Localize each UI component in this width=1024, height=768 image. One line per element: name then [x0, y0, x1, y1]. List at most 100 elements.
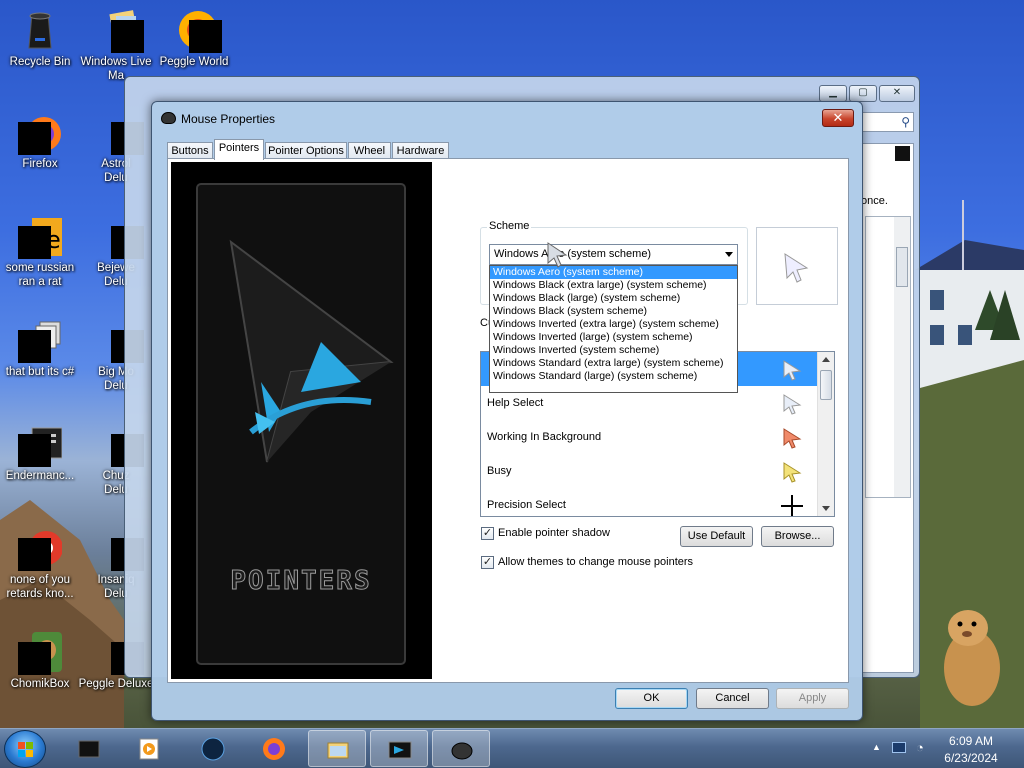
action-center-icon[interactable]	[892, 742, 906, 753]
desktop-icon-none-of-you[interactable]: none of you retards kno...	[0, 526, 80, 601]
desktop-icon-endermanch[interactable]: Endermanc...	[0, 422, 80, 483]
pointers-app-icon	[388, 741, 412, 759]
busy-icon	[783, 462, 802, 483]
network-icon[interactable]: ◔	[916, 740, 924, 755]
firefox-icon	[18, 110, 62, 155]
desktop-icon-label: Recycle Bin	[9, 56, 71, 68]
clock-time[interactable]: 6:09 AM	[941, 734, 1001, 748]
explorer-icon	[327, 742, 349, 759]
close-button[interactable]: ✕	[879, 85, 915, 102]
desktop-icon-label: none of you retards kno...	[6, 574, 74, 600]
list-item-precision-select[interactable]: Precision Select	[481, 488, 817, 516]
taskbar-media-player[interactable]	[120, 730, 178, 767]
recycle-bin-icon	[18, 8, 62, 52]
title-bar[interactable]: Mouse Properties ✕	[152, 102, 862, 132]
mouse-icon	[161, 112, 176, 124]
taskbar-app-black[interactable]	[60, 730, 118, 767]
scheme-option[interactable]: Windows Standard (extra large) (system s…	[490, 357, 737, 370]
working-in-background-icon	[783, 428, 802, 449]
apply-button[interactable]: Apply	[776, 688, 849, 709]
scheme-option[interactable]: Windows Standard (large) (system scheme)	[490, 370, 737, 383]
scrollbar[interactable]	[894, 217, 910, 497]
start-button[interactable]	[4, 730, 46, 768]
taskbar: ▲ ◔ 6:09 AM 6/23/2024	[0, 728, 1024, 768]
desktop-icon-label: ChomikBox	[10, 678, 70, 690]
scrollbar-thumb[interactable]	[896, 247, 908, 287]
cancel-button[interactable]: Cancel	[696, 688, 769, 709]
scheme-option[interactable]: Windows Aero (system scheme)	[490, 266, 737, 279]
scheme-dropdown[interactable]: Windows Aero (system scheme)	[489, 244, 738, 265]
scheme-dropdown-list[interactable]: Windows Aero (system scheme) Windows Bla…	[489, 265, 738, 393]
pointer-preview	[756, 227, 838, 305]
scheme-option[interactable]: Windows Inverted (large) (system scheme)	[490, 331, 737, 344]
desktop-icon-label: Firefox	[22, 158, 58, 170]
scrollbar[interactable]	[817, 352, 834, 516]
search-box[interactable]: ⚲	[860, 112, 914, 132]
mouse-properties-dialog[interactable]: Mouse Properties ✕ Buttons Pointers Poin…	[151, 101, 863, 721]
ok-button[interactable]: OK	[615, 688, 688, 709]
media-player-icon	[139, 738, 159, 760]
scroll-down-icon[interactable]	[822, 506, 830, 511]
close-button[interactable]: ✕	[822, 109, 854, 127]
normal-select-icon	[783, 360, 802, 381]
scrollbar-thumb[interactable]	[820, 370, 832, 400]
chrome-icon	[18, 526, 63, 571]
show-hidden-icons-icon[interactable]: ▲	[872, 742, 881, 752]
pointers-tab-panel: POINTERS Scheme Windows Aero (system sch…	[167, 158, 849, 683]
desktop-icon-that-but-its-csharp[interactable]: that but its c#	[0, 318, 80, 379]
precision-select-icon	[781, 495, 803, 516]
background-window-content: once.	[860, 143, 914, 673]
desktop-icon-peggle-world[interactable]: Peggle World	[154, 8, 234, 69]
tab-pointers[interactable]: Pointers	[214, 139, 264, 160]
scheme-option[interactable]: Windows Black (large) (system scheme)	[490, 292, 737, 305]
list-item-busy[interactable]: Busy	[481, 454, 817, 488]
background-listbox	[865, 216, 911, 498]
desktop-icon-label: Peggle World	[159, 56, 229, 68]
checkbox[interactable]: ✓	[481, 527, 494, 540]
taskbar-explorer[interactable]	[308, 730, 366, 767]
taskbar-pointers-app[interactable]	[370, 730, 428, 767]
desktop-icon-chomikbox[interactable]: ChomikBox	[0, 630, 80, 691]
pointer-label: Precision Select	[487, 499, 566, 511]
scheme-option[interactable]: Windows Inverted (extra large) (system s…	[490, 318, 737, 331]
use-default-button[interactable]: Use Default	[680, 526, 753, 547]
folder-icon: e	[18, 214, 62, 259]
chevron-down-icon	[725, 252, 733, 257]
pointer-label: Busy	[487, 465, 512, 477]
taskbar-mouse-properties[interactable]	[432, 730, 490, 767]
scroll-up-icon[interactable]	[822, 357, 830, 362]
scheme-selected-value: Windows Aero (system scheme)	[494, 248, 652, 260]
arrow-cursor-icon	[784, 253, 809, 283]
list-item-working-in-background[interactable]: Working In Background	[481, 420, 817, 454]
mouse-icon	[451, 742, 473, 760]
chomikbox-icon	[18, 630, 62, 675]
taskbar-endermanch[interactable]	[184, 730, 242, 767]
clock-date[interactable]: 6/23/2024	[936, 751, 1006, 765]
help-icon	[895, 146, 910, 161]
allow-themes-checkbox[interactable]: ✓ Allow themes to change mouse pointers	[481, 556, 711, 570]
scheme-option[interactable]: Windows Black (extra large) (system sche…	[490, 279, 737, 292]
peggle-icon	[172, 8, 222, 53]
scheme-option[interactable]: Windows Black (system scheme)	[490, 305, 737, 318]
pointers-art-image: POINTERS	[171, 162, 432, 679]
browse-button[interactable]: Browse...	[761, 526, 834, 547]
dialog-title: Mouse Properties	[181, 112, 276, 126]
scheme-option[interactable]: Windows Inverted (system scheme)	[490, 344, 737, 357]
pointer-label: Working In Background	[487, 431, 602, 443]
windows-live-mail-icon	[94, 8, 144, 53]
taskbar-firefox[interactable]	[245, 730, 303, 767]
app-black-icon	[78, 740, 100, 758]
search-icon: ⚲	[901, 115, 910, 129]
desktop-icon-some-russian[interactable]: e some russian ran a rat	[0, 214, 80, 289]
desktop-icon-label: that but its c#	[5, 366, 75, 378]
windows-logo-icon	[18, 742, 33, 757]
desktop-icon-firefox[interactable]: Firefox	[0, 110, 80, 171]
enable-pointer-shadow-checkbox[interactable]: ✓ Enable pointer shadow	[481, 527, 661, 541]
pointer-label: Help Select	[487, 397, 544, 409]
endermanch-icon	[201, 737, 225, 761]
minimize-button[interactable]: ▁	[819, 85, 847, 102]
desktop-icon-recycle-bin[interactable]: Recycle Bin	[0, 8, 80, 69]
maximize-button[interactable]: ▢	[849, 85, 877, 102]
checkbox[interactable]: ✓	[481, 556, 494, 569]
desktop-icon-windows-live-mail[interactable]: Windows Live Ma	[76, 8, 156, 83]
